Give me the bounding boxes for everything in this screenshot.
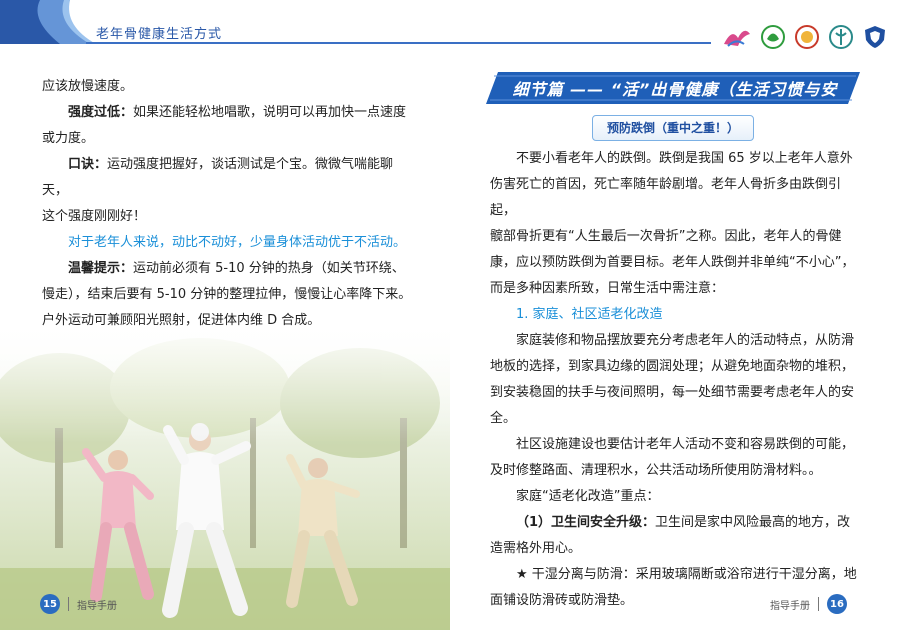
right-line-16: ★ 干湿分离与防滑：采用玻璃隔断或浴帘进行干湿分离，地 <box>516 567 857 582</box>
right-footer-label: 指导手册 <box>770 600 810 612</box>
left-line-2: 强度过低：如果还能轻松地唱歌，说明可以再加快一点速度 <box>42 100 412 126</box>
tai-chi-illustration <box>0 318 450 630</box>
right-footer: 指导手册 16 <box>770 594 847 614</box>
mnemonic-label: 口诀： <box>68 157 108 172</box>
right-line-3: 髋部骨折更有“人生最后一次骨折”之称。因此，老年人的骨健 <box>490 229 842 244</box>
right-line-11: 社区设施建设也要估计老年人活动不变和容易跌倒的可能， <box>516 437 855 452</box>
bathroom-upgrade-label: （1）卫生间安全升级： <box>516 515 656 530</box>
right-line-10: 全。 <box>490 411 517 426</box>
teal-circle-logo-icon <box>829 25 853 49</box>
right-line-8: 地板的选择，到家具边缘的圆润处理；从避免地面杂物的堆积， <box>490 359 855 374</box>
right-line-5: 而是多种因素所致，日常生活中需注意： <box>490 281 725 296</box>
left-footer: 15 指导手册 <box>40 594 117 614</box>
right-numbered-heading: 1. 家庭、社区适老化改造 <box>516 307 663 322</box>
left-highlight-line: 对于老年人来说，动比不动好，少量身体活动优于不活动。 <box>68 235 407 250</box>
right-line-7: 家庭装修和物品摆放要充分考虑老年人的活动特点，从防滑 <box>516 333 855 348</box>
right-line-14: （1）卫生间安全升级：卫生间是家中风险最高的地方，改 <box>490 510 860 536</box>
logo-row <box>722 22 888 52</box>
left-line-7: 温馨提示：运动前必须有 5-10 分钟的热身（如关节环绕、 <box>42 256 412 282</box>
left-page-number: 15 <box>40 594 60 614</box>
right-line-12: 及时修整路面、清理积水，公共活动场所使用防滑材料。。 <box>490 463 822 478</box>
left-page: 应该放慢速度。 强度过低：如果还能轻松地唱歌，说明可以再加快一点速度 或力度。 … <box>0 0 450 630</box>
left-line-8: 慢走），结束后要有 5-10 分钟的整理拉伸，慢慢让心率降下来。 <box>42 287 412 302</box>
red-circle-logo-icon <box>795 25 819 49</box>
shield-logo-icon <box>865 26 885 48</box>
right-body-text: 不要小看老年人的跌倒。跌倒是我国 65 岁以上老年人意外 伤害死亡的首因，死亡率… <box>490 146 860 614</box>
left-line-7-text: 运动前必须有 5-10 分钟的热身（如关节环绕、 <box>133 261 405 276</box>
fall-prevention-subhead: 预防跌倒（重中之重！） <box>592 115 754 141</box>
right-line-13: 家庭“适老化改造”重点： <box>516 489 660 504</box>
right-line-4: 康，应以预防跌倒为首要目标。老年人跌倒并非单纯“不小心”， <box>490 255 855 270</box>
intensity-low-label: 强度过低： <box>68 105 134 120</box>
left-line-1: 应该放慢速度。 <box>42 79 134 94</box>
right-line-15: 造需格外用心。 <box>490 541 582 556</box>
right-line-2: 伤害死亡的首因，死亡率随年龄剧增。老年人骨折多由跌倒引起， <box>490 177 842 218</box>
footer-separator-right <box>818 597 819 611</box>
left-body-text: 应该放慢速度。 强度过低：如果还能轻松地唱歌，说明可以再加快一点速度 或力度。 … <box>42 74 412 334</box>
right-line-14-text: 卫生间是家中风险最高的地方，改 <box>655 515 851 530</box>
bird-logo-icon <box>724 30 750 47</box>
left-line-9: 户外运动可兼顾阳光照射，促进体内维 D 合成。 <box>42 313 321 328</box>
right-line-1: 不要小看老年人的跌倒。跌倒是我国 65 岁以上老年人意外 <box>516 151 853 166</box>
warm-tip-label: 温馨提示： <box>68 261 134 276</box>
left-line-3: 或力度。 <box>42 131 95 146</box>
left-line-5: 这个强度刚刚好！ <box>42 209 147 224</box>
right-page-number: 16 <box>827 594 847 614</box>
footer-separator <box>68 597 69 611</box>
green-circle-logo-icon <box>761 25 785 49</box>
left-line-4: 口诀：运动强度把握好，谈话测试是个宝。微微气喘能聊天， <box>42 152 412 204</box>
right-line-9: 到安装稳固的扶手与夜间照明，每一处细节需要考虑老年人的安 <box>490 385 855 400</box>
left-line-2-text: 如果还能轻松地唱歌，说明可以再加快一点速度 <box>133 105 407 120</box>
left-footer-label: 指导手册 <box>77 600 117 612</box>
